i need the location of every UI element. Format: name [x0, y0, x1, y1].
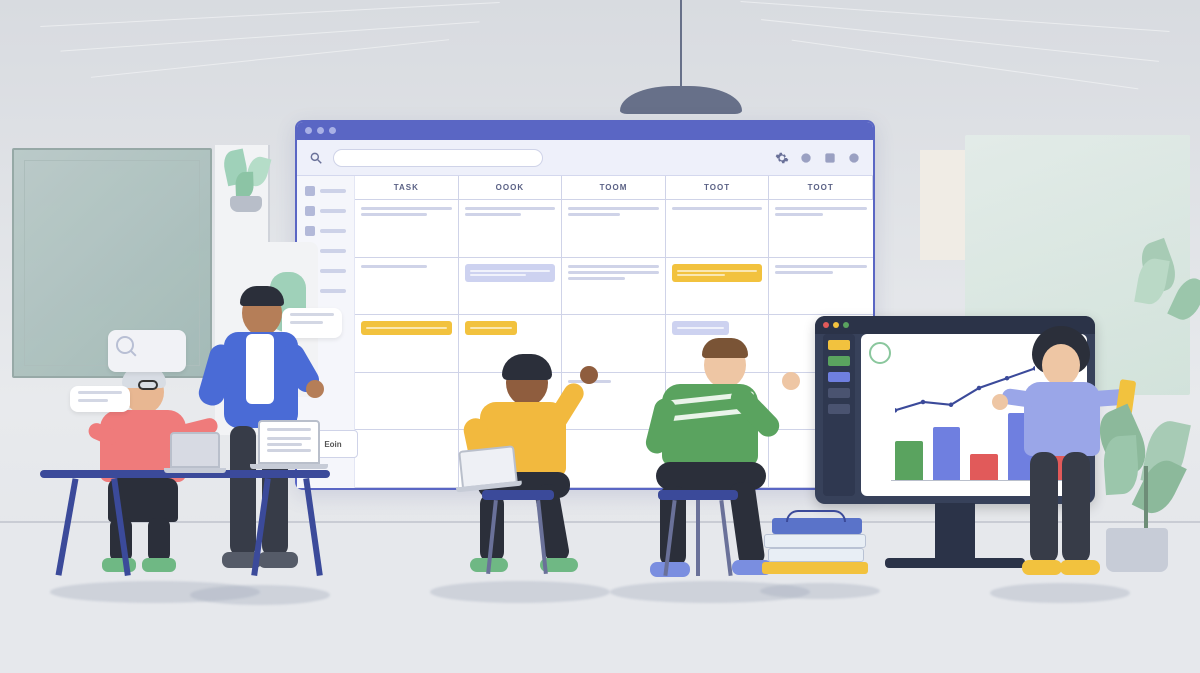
window-dot	[329, 127, 336, 134]
search-icon	[116, 336, 134, 354]
sidebar-item[interactable]	[305, 206, 346, 216]
kanban-cell[interactable]	[666, 200, 770, 258]
toolbar-icon[interactable]	[799, 151, 813, 165]
kanban-toolbar	[297, 140, 873, 176]
window-dot	[823, 322, 829, 328]
column-header: TOOT	[769, 176, 873, 200]
speech-bubble	[70, 386, 130, 412]
column-header: TOOM	[562, 176, 666, 200]
ceiling-line	[40, 2, 499, 27]
speech-bubble	[108, 330, 186, 372]
ceiling-line	[792, 40, 1139, 90]
wall-pillar	[920, 150, 965, 260]
kanban-card[interactable]	[465, 321, 517, 335]
window-dot	[833, 322, 839, 328]
kanban-cell[interactable]	[769, 258, 873, 316]
kanban-cell[interactable]	[562, 200, 666, 258]
kanban-card[interactable]	[672, 264, 763, 282]
toolbar-icon[interactable]	[823, 151, 837, 165]
monitor-stand	[935, 503, 975, 561]
chart-bar	[895, 441, 923, 480]
window-dot	[843, 322, 849, 328]
kanban-card[interactable]	[465, 264, 556, 282]
kanban-cell[interactable]	[355, 258, 459, 316]
stool	[658, 490, 738, 500]
ceiling-line	[60, 21, 479, 51]
ceiling-line	[740, 1, 1169, 32]
kanban-cell[interactable]	[459, 200, 563, 258]
pendant-lamp	[620, 86, 742, 114]
sidebar-item[interactable]	[305, 186, 346, 196]
stool	[482, 490, 554, 500]
window-titlebar	[297, 122, 873, 140]
search-icon[interactable]	[309, 151, 323, 165]
kanban-cell[interactable]	[355, 200, 459, 258]
toolbar-icon[interactable]	[847, 151, 861, 165]
column-header: TOOT	[666, 176, 770, 200]
kanban-cell[interactable]	[769, 200, 873, 258]
office-illustration: TASK OOOK TOOM TOOT TOOT	[0, 0, 1200, 673]
gear-icon[interactable]	[775, 151, 789, 165]
pendant-lamp-cord	[680, 0, 682, 90]
window-dot	[317, 127, 324, 134]
kanban-cell[interactable]	[562, 258, 666, 316]
kanban-cell[interactable]	[459, 258, 563, 316]
kanban-card[interactable]	[361, 321, 452, 335]
dashboard-sidebar	[823, 334, 855, 496]
kanban-card[interactable]	[672, 321, 729, 335]
window-dot	[305, 127, 312, 134]
kanban-cell[interactable]	[666, 258, 770, 316]
search-input[interactable]	[333, 149, 543, 167]
column-header: OOOK	[459, 176, 563, 200]
chart-badge-icon	[869, 342, 891, 364]
column-header: TASK	[355, 176, 459, 200]
stool-leg	[696, 500, 700, 576]
chart-bar	[933, 427, 961, 480]
sidebar-item[interactable]	[305, 226, 346, 236]
